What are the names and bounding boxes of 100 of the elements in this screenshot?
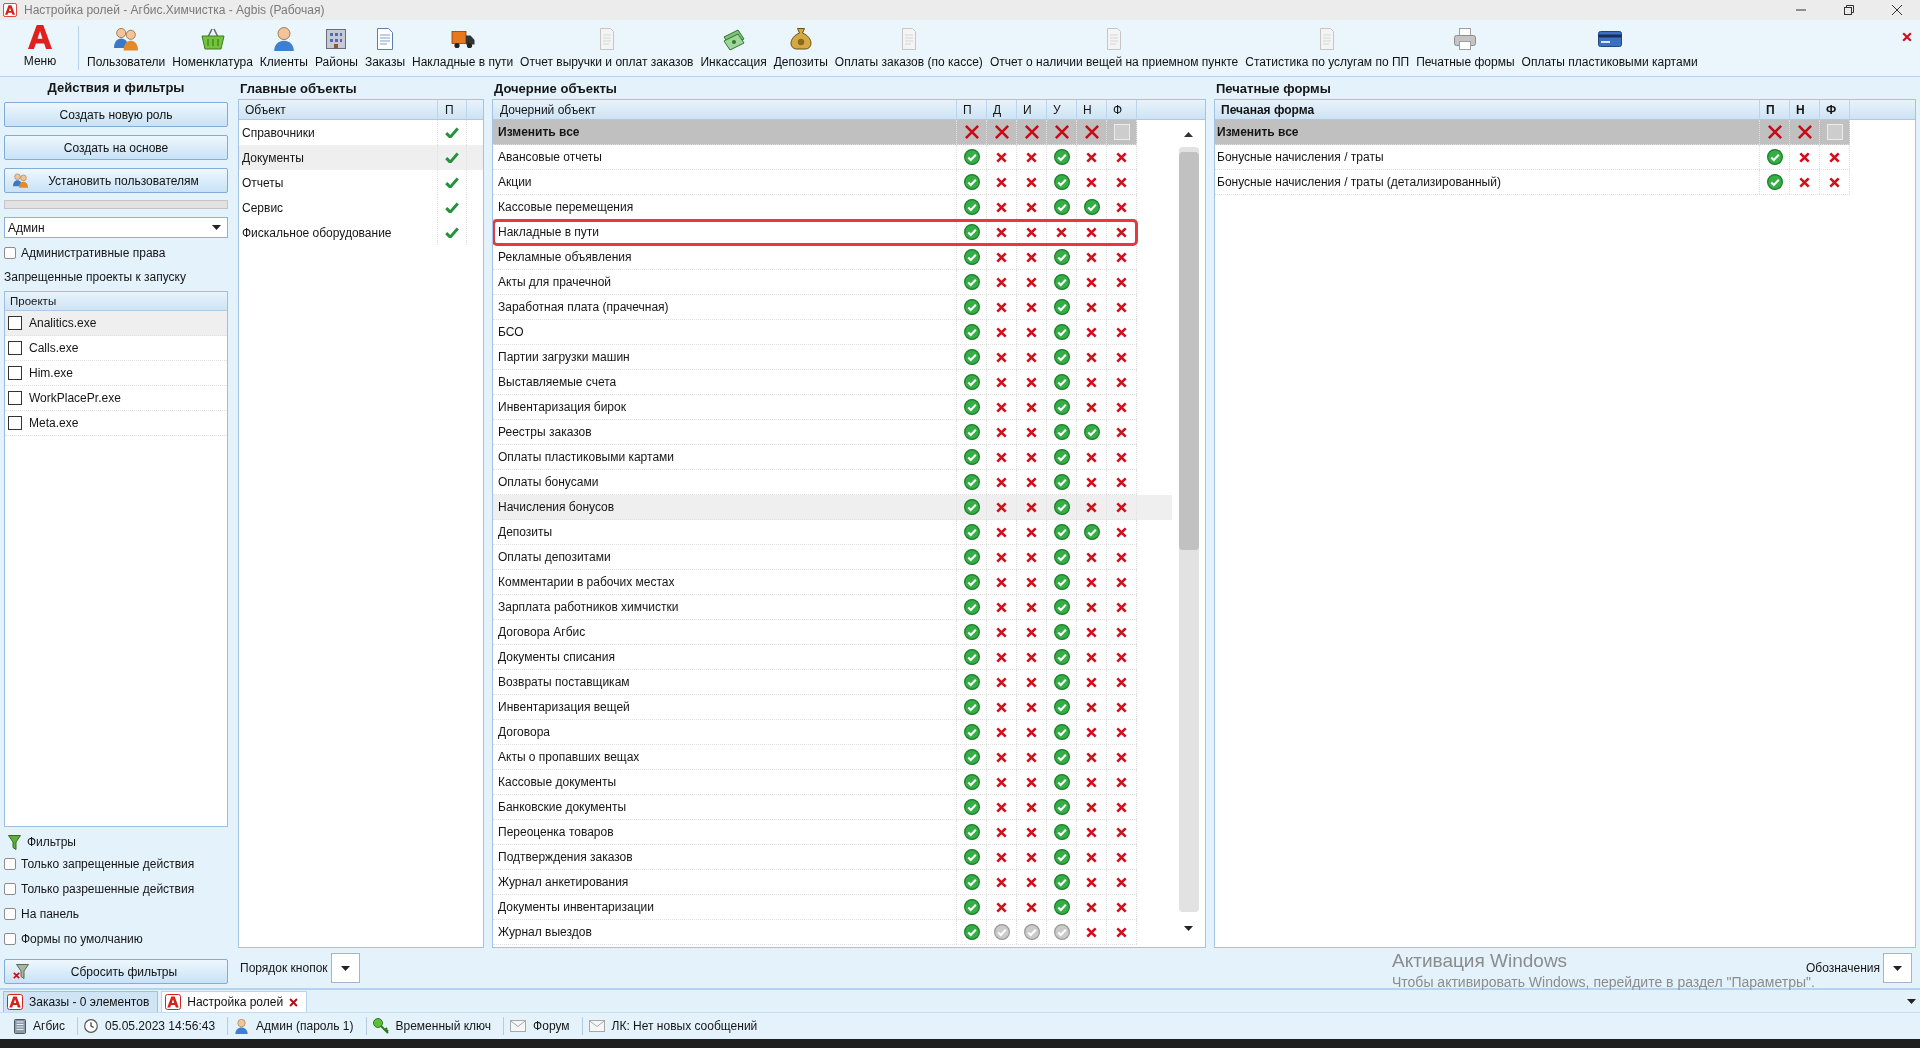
check-circle-icon[interactable] (1053, 349, 1070, 365)
cross-icon[interactable] (996, 151, 1007, 163)
cross-icon[interactable] (1116, 576, 1127, 588)
cross-icon[interactable] (1796, 124, 1813, 140)
cross-icon[interactable] (1116, 901, 1127, 913)
cross-icon[interactable] (1086, 276, 1097, 288)
dropdown-button[interactable] (330, 953, 360, 983)
table-row[interactable]: Банковские документы (493, 795, 1137, 820)
table-row[interactable]: Акции (493, 170, 1137, 195)
cross-icon[interactable] (1026, 551, 1037, 563)
cross-icon[interactable] (1086, 301, 1097, 313)
cross-icon[interactable] (1829, 151, 1840, 163)
cross-icon[interactable] (996, 676, 1007, 688)
table-row[interactable]: БСО (493, 320, 1137, 345)
cross-icon[interactable] (1086, 701, 1097, 713)
cross-icon[interactable] (1116, 451, 1127, 463)
cross-icon[interactable] (1026, 776, 1037, 788)
table-row[interactable]: Документы списания (493, 645, 1137, 670)
checkbox[interactable] (8, 416, 22, 430)
cross-icon[interactable] (1086, 776, 1097, 788)
check-circle-icon[interactable] (1053, 499, 1070, 515)
cross-icon[interactable] (996, 251, 1007, 263)
check-circle-icon[interactable] (1053, 249, 1070, 265)
restore-icon[interactable] (1844, 5, 1854, 15)
cross-icon[interactable] (1026, 576, 1037, 588)
cross-icon[interactable] (996, 326, 1007, 338)
cross-icon[interactable] (1829, 176, 1840, 188)
cross-icon[interactable] (1116, 251, 1127, 263)
toolbar-button[interactable]: Статистика по услугам по ПП (1245, 20, 1410, 69)
cross-icon[interactable] (1026, 751, 1037, 763)
cross-icon[interactable] (996, 526, 1007, 538)
cross-icon[interactable] (996, 476, 1007, 488)
table-row[interactable]: Зарплата работников химчистки (493, 595, 1137, 620)
cross-icon[interactable] (1116, 476, 1127, 488)
cross-icon[interactable] (996, 901, 1007, 913)
faded-check-icon[interactable] (1053, 924, 1070, 940)
cross-icon[interactable] (996, 751, 1007, 763)
column-header[interactable]: И (1017, 100, 1047, 119)
cross-icon[interactable] (1116, 201, 1127, 213)
check-circle-icon[interactable] (963, 474, 980, 490)
cross-icon[interactable] (1116, 276, 1127, 288)
checkmark-icon[interactable] (445, 126, 459, 139)
cross-icon[interactable] (1026, 826, 1037, 838)
cross-icon[interactable] (1766, 124, 1783, 140)
cross-icon[interactable] (996, 201, 1007, 213)
cross-icon[interactable] (1026, 251, 1037, 263)
check-circle-icon[interactable] (963, 649, 980, 665)
check-circle-icon[interactable] (1053, 824, 1070, 840)
cross-icon[interactable] (1026, 801, 1037, 813)
checkmark-icon[interactable] (445, 226, 459, 239)
table-row[interactable]: Реестры заказов (493, 420, 1137, 445)
cross-icon[interactable] (1026, 151, 1037, 163)
column-header[interactable]: Проекты (5, 292, 227, 311)
cross-icon[interactable] (993, 124, 1010, 140)
cross-icon[interactable] (1086, 176, 1097, 188)
check-circle-icon[interactable] (1053, 474, 1070, 490)
menu-button[interactable]: Меню (18, 20, 62, 68)
cross-icon[interactable] (996, 426, 1007, 438)
cross-icon[interactable] (1116, 401, 1127, 413)
cross-icon[interactable] (996, 401, 1007, 413)
marked-row[interactable]: Накладные в пути (493, 220, 1137, 245)
cross-icon[interactable] (1026, 651, 1037, 663)
cross-icon[interactable] (1086, 901, 1097, 913)
check-circle-icon[interactable] (963, 524, 980, 540)
toolbar-button[interactable]: Отчет о наличии вещей на приемном пункте (989, 20, 1239, 69)
cross-icon[interactable] (1026, 676, 1037, 688)
cross-icon[interactable] (996, 701, 1007, 713)
cross-icon[interactable] (1116, 301, 1127, 313)
cross-icon[interactable] (996, 276, 1007, 288)
table-row[interactable]: Акты о пропавших вещах (493, 745, 1137, 770)
cross-icon[interactable] (1086, 601, 1097, 613)
cross-icon[interactable] (1086, 851, 1097, 863)
cross-icon[interactable] (1026, 876, 1037, 888)
cross-icon[interactable] (1116, 426, 1127, 438)
table-row[interactable]: Бонусные начисления / траты (детализированный) (1215, 170, 1850, 195)
cross-icon[interactable] (1116, 751, 1127, 763)
table-row[interactable]: Оплаты пластиковыми картами (493, 445, 1137, 470)
check-circle-icon[interactable] (963, 749, 980, 765)
check-circle-icon[interactable] (963, 224, 980, 240)
cross-icon[interactable] (996, 851, 1007, 863)
toolbar-button[interactable]: Инкассация (700, 20, 767, 69)
table-row[interactable]: Фискальное оборудование (239, 220, 483, 245)
check-circle-icon[interactable] (963, 499, 980, 515)
cross-icon[interactable] (1086, 626, 1097, 638)
check-circle-icon[interactable] (1053, 399, 1070, 415)
check-circle-icon[interactable] (1053, 299, 1070, 315)
cross-icon[interactable] (1086, 551, 1097, 563)
cross-icon[interactable] (1116, 526, 1127, 538)
table-row[interactable]: Партии загрузки машин (493, 345, 1137, 370)
cross-icon[interactable] (1056, 226, 1067, 238)
check-circle-icon[interactable] (1053, 774, 1070, 790)
cross-icon[interactable] (996, 826, 1007, 838)
action-button[interactable]: Установить пользователям (4, 168, 228, 193)
cross-icon[interactable] (1083, 124, 1100, 140)
cross-icon[interactable] (1086, 576, 1097, 588)
close-icon[interactable] (1892, 5, 1902, 15)
column-header[interactable]: Н (1077, 100, 1107, 119)
cross-icon[interactable] (1026, 626, 1037, 638)
check-circle-icon[interactable] (963, 899, 980, 915)
cross-icon[interactable] (1026, 301, 1037, 313)
